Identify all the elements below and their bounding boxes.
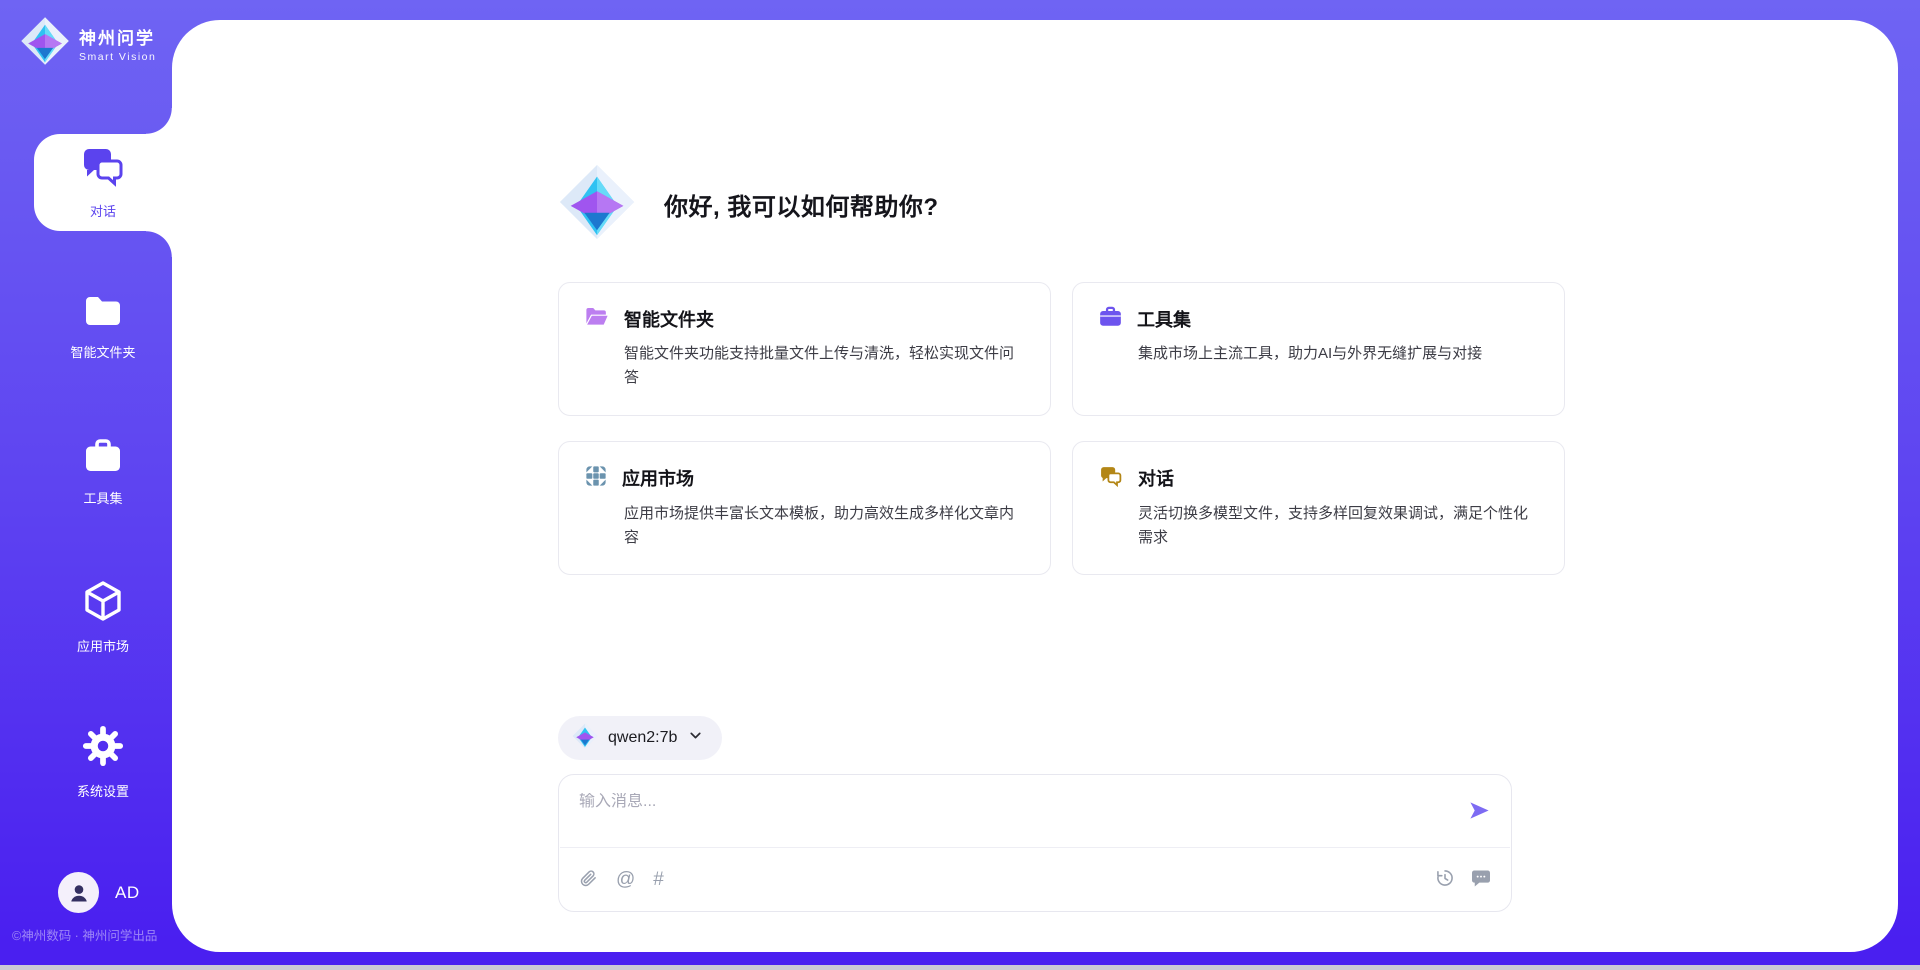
chat-bubbles-icon <box>1099 465 1123 492</box>
card-chat[interactable]: 对话 灵活切换多模型文件，支持多样回复效果调试，满足个性化需求 <box>1072 441 1565 576</box>
grid-market-icon <box>585 465 607 492</box>
card-smart-folder[interactable]: 智能文件夹 智能文件夹功能支持批量文件上传与清洗，轻松实现文件问答 <box>558 282 1051 416</box>
brand-diamond-logo-icon <box>20 16 70 71</box>
sidebar-item-smart-folder[interactable]: 智能文件夹 <box>34 279 172 376</box>
hash-icon: # <box>653 870 664 889</box>
history-clock-icon <box>1435 868 1455 891</box>
page-title: 你好, 我可以如何帮助你? <box>664 187 939 222</box>
app-window: 神州问学 Smart Vision 对话 <box>0 0 1920 970</box>
sidebar-item-label: 智能文件夹 <box>70 342 135 361</box>
comment-icon <box>1471 868 1491 891</box>
feature-cards: 智能文件夹 智能文件夹功能支持批量文件上传与清洗，轻松实现文件问答 <box>558 282 1512 575</box>
paperclip-icon <box>579 868 598 892</box>
at-sign-icon: @ <box>616 870 635 889</box>
attach-file-button[interactable] <box>579 868 598 892</box>
sidebar-bottom: AD ©神州数码 · 神州问学出品 <box>0 872 172 965</box>
hashtag-button[interactable]: # <box>653 870 664 889</box>
composer-toolbar: @ # <box>559 848 1511 911</box>
model-name: qwen2:7b <box>608 729 677 747</box>
copyright-footer: ©神州数码 · 神州问学出品 <box>0 925 172 965</box>
greeting-diamond-logo-icon <box>558 163 636 246</box>
sidebar-item-chat[interactable]: 对话 <box>34 134 172 231</box>
card-title: 智能文件夹 <box>624 306 714 332</box>
sidebar: 神州问学 Smart Vision 对话 <box>0 0 172 965</box>
card-title: 应用市场 <box>622 465 694 491</box>
card-description: 智能文件夹功能支持批量文件上传与清洗，轻松实现文件问答 <box>624 342 1024 391</box>
avatar <box>58 872 99 913</box>
card-description: 应用市场提供丰富长文本模板，助力高效生成多样化文章内容 <box>624 502 1024 551</box>
sidebar-item-app-market[interactable]: 应用市场 <box>34 569 172 666</box>
window-bottom-edge <box>0 965 1920 970</box>
send-button[interactable] <box>1468 799 1491 825</box>
brand-text: 神州问学 Smart Vision <box>79 24 156 63</box>
sidebar-item-label: 应用市场 <box>77 636 129 655</box>
mention-button[interactable]: @ <box>616 870 635 889</box>
history-button[interactable] <box>1435 868 1455 891</box>
send-icon <box>1468 810 1491 825</box>
card-description: 集成市场上主流工具，助力AI与外界无缝扩展与对接 <box>1138 342 1538 366</box>
card-app-market[interactable]: 应用市场 应用市场提供丰富长文本模板，助力高效生成多样化文章内容 <box>558 441 1051 576</box>
card-title: 工具集 <box>1137 306 1191 332</box>
sidebar-item-label: 系统设置 <box>77 781 129 800</box>
main-panel: 你好, 我可以如何帮助你? 智能文件夹 智能文件夹功能支持批量文件上传与清洗，轻… <box>172 20 1898 952</box>
open-folder-icon <box>585 306 609 332</box>
brand-name: 神州问学 <box>79 24 156 49</box>
composer: qwen2:7b <box>558 716 1512 912</box>
sidebar-item-label: 对话 <box>90 201 116 220</box>
brand-subtitle: Smart Vision <box>79 51 156 63</box>
cube-icon <box>83 580 123 627</box>
model-diamond-logo-icon <box>572 723 598 754</box>
gear-icon <box>82 725 124 772</box>
card-title: 对话 <box>1138 465 1174 491</box>
user-row[interactable]: AD <box>0 872 172 913</box>
message-input-box: @ # <box>558 774 1512 912</box>
sidebar-nav: 对话 智能文件夹 工具集 <box>0 134 172 859</box>
chat-bubbles-icon <box>80 145 126 192</box>
folder-icon <box>83 294 123 333</box>
briefcase-icon <box>83 438 123 479</box>
model-selector[interactable]: qwen2:7b <box>558 716 722 760</box>
sidebar-item-label: 工具集 <box>83 488 122 507</box>
chevron-down-icon <box>687 727 704 749</box>
new-chat-button[interactable] <box>1471 868 1491 891</box>
message-input[interactable] <box>579 793 1468 811</box>
sidebar-item-settings[interactable]: 系统设置 <box>34 714 172 811</box>
sidebar-item-toolset[interactable]: 工具集 <box>34 424 172 521</box>
card-description: 灵活切换多模型文件，支持多样回复效果调试，满足个性化需求 <box>1138 502 1538 551</box>
greeting: 你好, 我可以如何帮助你? <box>558 163 1512 246</box>
brand: 神州问学 Smart Vision <box>0 0 172 71</box>
user-name: AD <box>115 883 140 903</box>
briefcase-icon <box>1099 306 1122 332</box>
content-column: 你好, 我可以如何帮助你? 智能文件夹 智能文件夹功能支持批量文件上传与清洗，轻… <box>558 20 1512 952</box>
card-toolset[interactable]: 工具集 集成市场上主流工具，助力AI与外界无缝扩展与对接 <box>1072 282 1565 416</box>
